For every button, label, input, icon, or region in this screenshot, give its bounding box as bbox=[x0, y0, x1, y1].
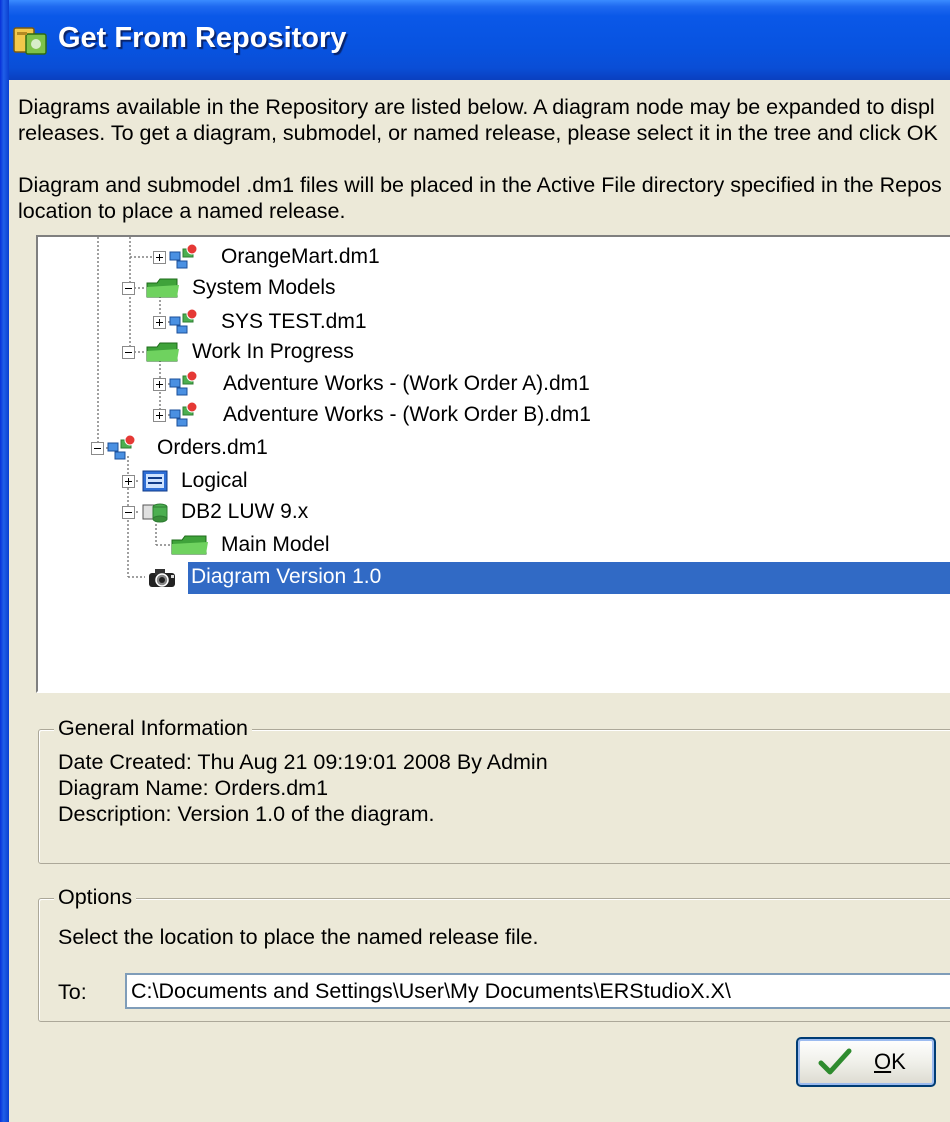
intro-line-2: releases. To get a diagram, submodel, or… bbox=[18, 121, 938, 145]
general-information-details: Date Created: Thu Aug 21 09:19:01 2008 B… bbox=[58, 749, 548, 827]
folder-icon bbox=[146, 342, 179, 362]
tree-item-physical-model[interactable]: DB2 LUW 9.x bbox=[140, 496, 311, 528]
diagram-name-text: Diagram Name: Orders.dm1 bbox=[58, 776, 329, 800]
options-title: Options bbox=[54, 885, 137, 910]
intro-line-3: Diagram and submodel .dm1 files will be … bbox=[18, 173, 942, 197]
checkmark-icon bbox=[818, 1048, 852, 1075]
tree-item-diagram[interactable]: Adventure Works - (Work Order B).dm1 bbox=[168, 399, 594, 431]
date-created-text: Date Created: Thu Aug 21 09:19:01 2008 B… bbox=[58, 750, 548, 774]
expand-toggle[interactable] bbox=[153, 251, 166, 264]
expand-toggle[interactable] bbox=[153, 409, 166, 422]
collapse-toggle[interactable] bbox=[122, 346, 135, 359]
tree-item-named-release-selected[interactable]: Diagram Version 1.0 bbox=[188, 562, 950, 594]
to-label: To: bbox=[58, 980, 87, 1004]
options-instruction: Select the location to place the named r… bbox=[58, 925, 539, 949]
folder-icon bbox=[171, 535, 208, 555]
get-from-repository-dialog: Get From Repository Diagrams available i… bbox=[0, 0, 950, 1122]
logical-model-icon bbox=[142, 470, 168, 492]
diagram-icon bbox=[169, 402, 198, 427]
tree-item-logical-model[interactable]: Logical bbox=[140, 465, 251, 497]
repository-dialog-icon bbox=[13, 27, 47, 55]
folder-icon bbox=[146, 278, 179, 298]
tree-item-folder[interactable]: Work In Progress bbox=[145, 336, 357, 368]
tree-item-diagram[interactable]: SYS TEST.dm1 bbox=[168, 306, 370, 338]
description-text: Description: Version 1.0 of the diagram. bbox=[58, 802, 435, 826]
window-frame-left bbox=[0, 0, 9, 1122]
intro-line-4: location to place a named release. bbox=[18, 199, 346, 223]
diagram-icon bbox=[169, 371, 198, 396]
collapse-toggle[interactable] bbox=[91, 442, 104, 455]
diagram-icon bbox=[107, 435, 136, 460]
general-information-title: General Information bbox=[54, 716, 253, 741]
expand-toggle[interactable] bbox=[122, 475, 135, 488]
repository-tree[interactable]: OrangeMart.dm1 System Models SYS TEST.dm bbox=[36, 235, 950, 693]
destination-path-input[interactable] bbox=[125, 973, 950, 1009]
expand-toggle[interactable] bbox=[153, 378, 166, 391]
ok-button-label: OK bbox=[874, 1049, 906, 1074]
intro-text: Diagrams available in the Repository are… bbox=[18, 94, 950, 224]
tree-item-folder[interactable]: Main Model bbox=[170, 529, 333, 561]
dialog-title: Get From Repository bbox=[58, 22, 347, 54]
tree-item-diagram[interactable]: Orders.dm1 bbox=[106, 432, 271, 464]
tree-item-diagram[interactable]: Adventure Works - (Work Order A).dm1 bbox=[168, 368, 593, 400]
diagram-icon bbox=[169, 309, 198, 334]
collapse-toggle[interactable] bbox=[122, 282, 135, 295]
tree-item-folder[interactable]: System Models bbox=[145, 272, 339, 304]
title-bar[interactable]: Get From Repository bbox=[0, 0, 950, 80]
diagram-icon bbox=[169, 244, 198, 269]
ok-button[interactable]: OK bbox=[796, 1037, 936, 1087]
collapse-toggle[interactable] bbox=[122, 506, 135, 519]
physical-model-icon bbox=[142, 503, 168, 523]
expand-toggle[interactable] bbox=[153, 316, 166, 329]
intro-line-1: Diagrams available in the Repository are… bbox=[18, 95, 935, 119]
tree-item-diagram[interactable]: OrangeMart.dm1 bbox=[168, 241, 383, 273]
named-release-icon bbox=[149, 569, 175, 587]
